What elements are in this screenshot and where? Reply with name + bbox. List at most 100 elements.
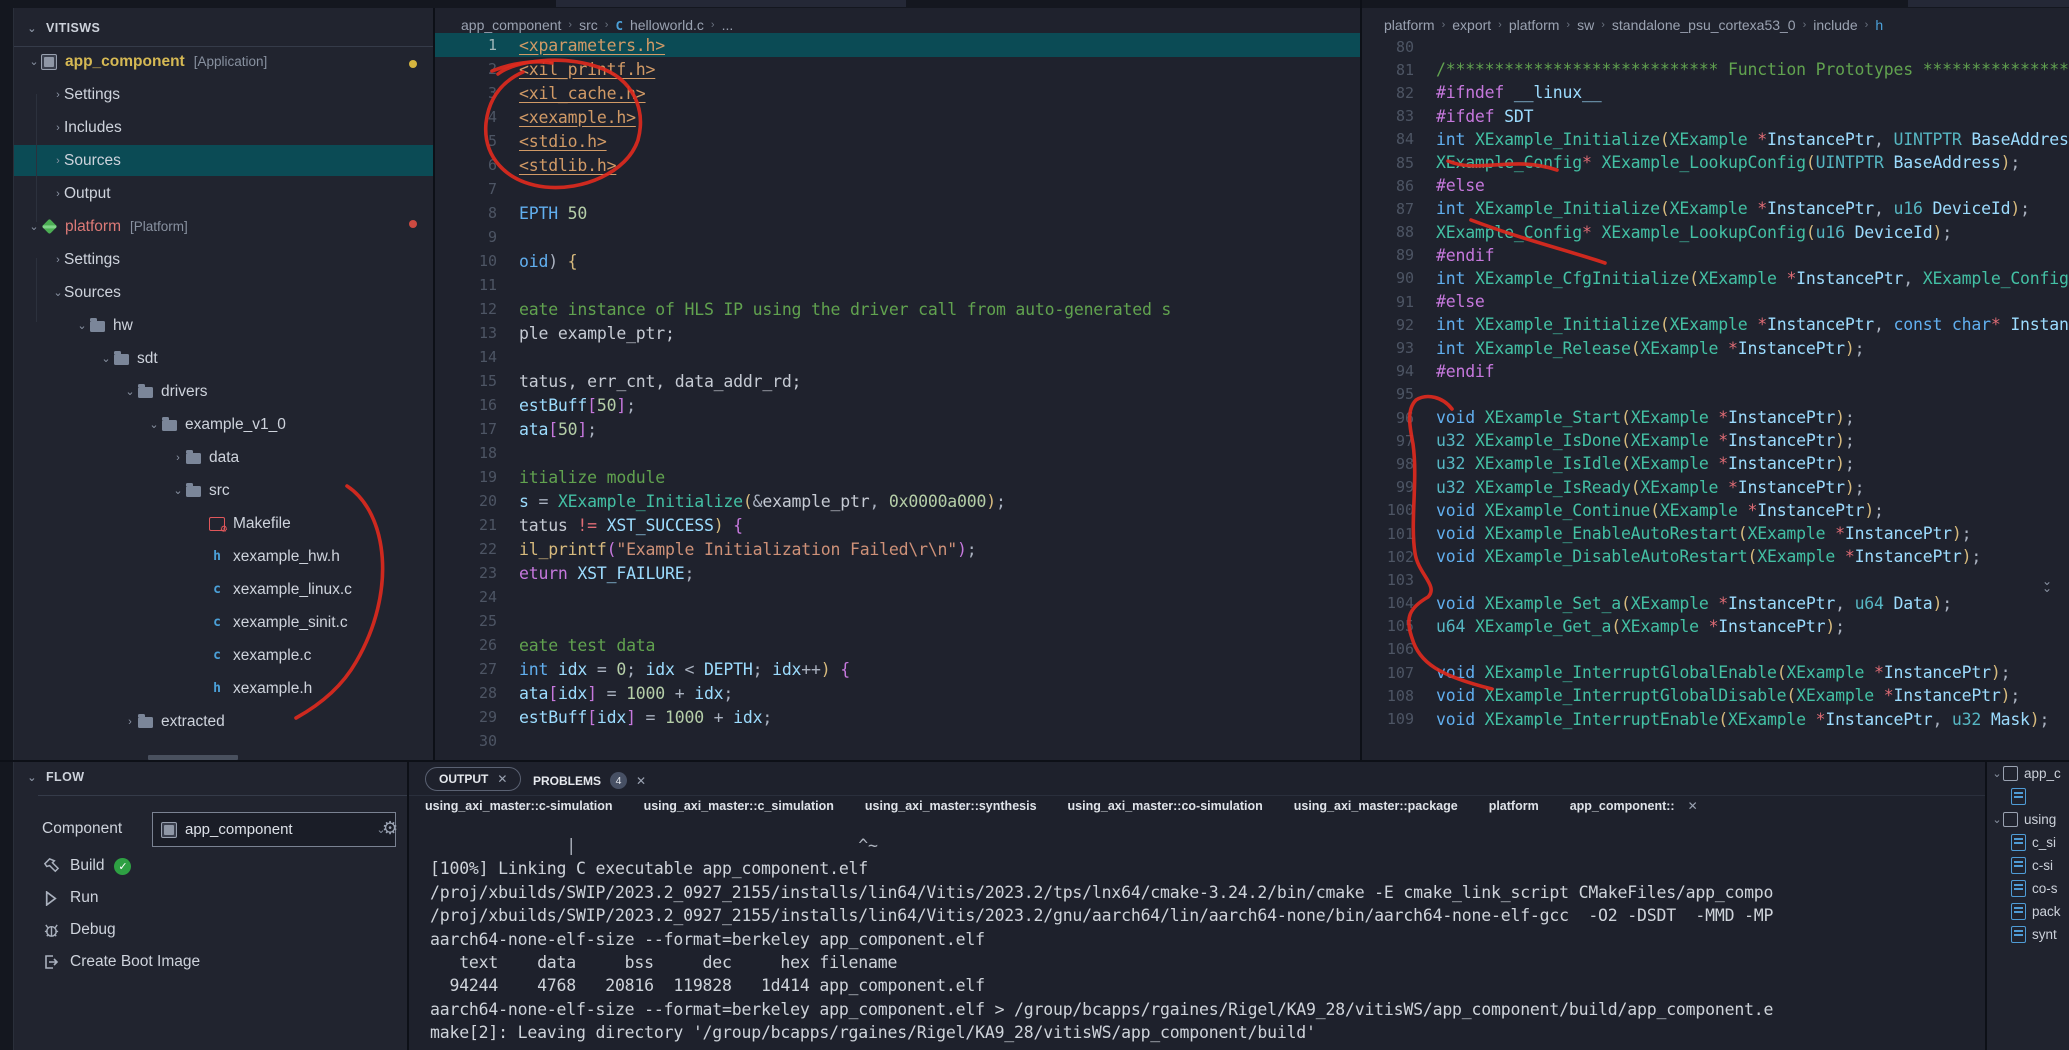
tree-item-sources[interactable]: ›Sources — [14, 145, 433, 176]
close-icon[interactable]: ✕ — [1688, 799, 1698, 813]
code-line-90[interactable]: 90int XExample_CfgInitialize(XExample *I… — [1362, 267, 2069, 290]
task-tab-using-axi-master-synthesis[interactable]: using_axi_master::synthesis — [865, 799, 1037, 813]
code-line-1[interactable]: 1<xparameters.h> — [435, 33, 1360, 57]
gear-icon[interactable]: ⚙ — [382, 818, 398, 839]
breadcrumb-segment[interactable]: platform — [1384, 17, 1435, 33]
breadcrumb-segment[interactable]: export — [1452, 17, 1491, 33]
chevron-right-icon[interactable]: › — [52, 254, 64, 266]
tree-item-extracted[interactable]: ›extracted — [14, 706, 433, 737]
code-line-106[interactable]: 106 — [1362, 638, 2069, 661]
code-line-108[interactable]: 108void XExample_InterruptGlobalDisable(… — [1362, 684, 2069, 707]
task-tab-platform[interactable]: platform — [1489, 799, 1539, 813]
code-line-19[interactable]: 19itialize module — [435, 465, 1360, 489]
tree-item-xexample-sinit-c[interactable]: cxexample_sinit.c — [14, 607, 433, 638]
code-line-94[interactable]: 94#endif — [1362, 360, 2069, 383]
tree-item-includes[interactable]: ›Includes — [14, 112, 433, 143]
code-line-5[interactable]: 5<stdio.h> — [435, 129, 1360, 153]
chevron-down-icon[interactable]: ⌄ — [52, 286, 64, 299]
tree-item-app-component[interactable]: ⌄app_component[Application] — [14, 50, 433, 77]
code-line-87[interactable]: 87int XExample_Initialize(XExample *Inst… — [1362, 197, 2069, 220]
code-line-9[interactable]: 9 — [435, 225, 1360, 249]
code-line-22[interactable]: 22il_printf("Example Initialization Fail… — [435, 537, 1360, 561]
chevron-down-icon[interactable]: ⌄ — [1991, 767, 2003, 780]
code-line-83[interactable]: 83#ifdef SDT — [1362, 105, 2069, 128]
task-tab-using-axi-master-c-simulation[interactable]: using_axi_master::c_simulation — [644, 799, 834, 813]
chevron-down-icon[interactable]: ⌄ — [1991, 813, 2003, 826]
code-line-7[interactable]: 7 — [435, 177, 1360, 201]
code-line-16[interactable]: 16estBuff[50]; — [435, 393, 1360, 417]
build-tree-item[interactable]: c-si — [1987, 854, 2069, 877]
code-line-102[interactable]: 102void XExample_DisableAutoRestart(XExa… — [1362, 545, 2069, 568]
breadcrumb-segment[interactable]: platform — [1509, 17, 1560, 33]
code-line-92[interactable]: 92int XExample_Initialize(XExample *Inst… — [1362, 313, 2069, 336]
breadcrumb-segment[interactable]: helloworld.c — [630, 17, 704, 33]
create-boot-image-button[interactable]: Create Boot Image — [40, 953, 200, 971]
chevron-down-icon[interactable]: ⌄ — [148, 418, 160, 431]
tree-item-output[interactable]: ›Output — [14, 178, 433, 209]
code-line-109[interactable]: 109void XExample_InterruptEnable(XExampl… — [1362, 707, 2069, 730]
code-line-4[interactable]: 4<xexample.h> — [435, 105, 1360, 129]
tree-item-drivers[interactable]: ⌄drivers — [14, 376, 433, 407]
code-line-25[interactable]: 25 — [435, 609, 1360, 633]
tab-output[interactable]: OUTPUT✕ — [425, 767, 521, 791]
task-tab-using-axi-master-package[interactable]: using_axi_master::package — [1294, 799, 1458, 813]
code-line-11[interactable]: 11 — [435, 273, 1360, 297]
code-line-105[interactable]: 105u64 XExample_Get_a(XExample *Instance… — [1362, 615, 2069, 638]
tree-item-src[interactable]: ⌄src — [14, 475, 433, 506]
breadcrumb-segment[interactable]: standalone_psu_cortexa53_0 — [1612, 17, 1796, 33]
chevron-right-icon[interactable]: › — [124, 716, 136, 728]
double-chevron-down-icon[interactable]: ⌄⌄ — [2042, 578, 2052, 592]
code-line-14[interactable]: 14 — [435, 345, 1360, 369]
build-tree-item[interactable]: pack — [1987, 900, 2069, 923]
breadcrumb-segment[interactable]: src — [579, 17, 598, 33]
code-line-15[interactable]: 15tatus, err_cnt, data_addr_rd; — [435, 369, 1360, 393]
tree-item-makefile[interactable]: Makefile — [14, 508, 433, 539]
console-output[interactable]: | ^~[100%] Linking C executable app_comp… — [430, 836, 1980, 1050]
chevron-right-icon[interactable]: › — [172, 452, 184, 464]
code-line-85[interactable]: 85XExample_Config* XExample_LookupConfig… — [1362, 151, 2069, 174]
code-line-30[interactable]: 30 — [435, 729, 1360, 753]
code-line-104[interactable]: 104void XExample_Set_a(XExample *Instanc… — [1362, 592, 2069, 615]
code-line-98[interactable]: 98u32 XExample_IsIdle(XExample *Instance… — [1362, 452, 2069, 475]
build-tree-item[interactable]: c_si — [1987, 831, 2069, 854]
build-tree-item[interactable]: ⌄using — [1987, 808, 2069, 831]
code-line-97[interactable]: 97u32 XExample_IsDone(XExample *Instance… — [1362, 429, 2069, 452]
code-line-21[interactable]: 21tatus != XST_SUCCESS) { — [435, 513, 1360, 537]
breadcrumb-segment[interactable]: h — [1875, 17, 1883, 33]
code-line-96[interactable]: 96void XExample_Start(XExample *Instance… — [1362, 406, 2069, 429]
code-line-17[interactable]: 17ata[50]; — [435, 417, 1360, 441]
code-line-2[interactable]: 2<xil_printf.h> — [435, 57, 1360, 81]
code-line-10[interactable]: 10oid) { — [435, 249, 1360, 273]
code-line-82[interactable]: 82#ifndef __linux__ — [1362, 81, 2069, 104]
task-tab-app-component-[interactable]: app_component:: — [1570, 799, 1675, 813]
chevron-down-icon[interactable]: ⌄ — [100, 352, 112, 365]
build-button[interactable]: Build✓ — [40, 857, 131, 875]
chevron-down-icon[interactable]: ⌄ — [28, 220, 40, 233]
code-line-81[interactable]: 81/**************************** Function… — [1362, 58, 2069, 81]
code-line-101[interactable]: 101void XExample_EnableAutoRestart(XExam… — [1362, 522, 2069, 545]
chevron-down-icon[interactable]: ⌄ — [28, 55, 40, 68]
code-line-84[interactable]: 84int XExample_Initialize(XExample *Inst… — [1362, 128, 2069, 151]
build-tree-item[interactable]: co-s — [1987, 877, 2069, 900]
chevron-right-icon[interactable]: › — [52, 122, 64, 134]
tree-item-xexample-c[interactable]: cxexample.c — [14, 640, 433, 671]
code-line-8[interactable]: 8EPTH 50 — [435, 201, 1360, 225]
tree-item-hw[interactable]: ⌄hw — [14, 310, 433, 341]
code-line-93[interactable]: 93int XExample_Release(XExample *Instanc… — [1362, 336, 2069, 359]
debug-button[interactable]: Debug — [40, 921, 116, 939]
tree-item-xexample-hw-h[interactable]: hxexample_hw.h — [14, 541, 433, 572]
tree-item-settings[interactable]: ›Settings — [14, 244, 433, 275]
flow-header[interactable]: ⌄ FLOW — [26, 770, 84, 784]
chevron-down-icon[interactable]: ⌄ — [124, 385, 136, 398]
code-line-89[interactable]: 89#endif — [1362, 244, 2069, 267]
tree-item-platform[interactable]: ⌄platform[Platform] — [14, 211, 433, 242]
breadcrumb-segment[interactable]: app_component — [461, 17, 561, 33]
code-line-107[interactable]: 107void XExample_InterruptGlobalEnable(X… — [1362, 661, 2069, 684]
chevron-right-icon[interactable]: › — [52, 188, 64, 200]
editor-xexample-h[interactable]: platform›export›platform›sw›standalone_p… — [1362, 8, 2069, 760]
tree-item-xexample-linux-c[interactable]: cxexample_linux.c — [14, 574, 433, 605]
run-button[interactable]: Run — [40, 889, 98, 907]
code-line-20[interactable]: 20s = XExample_Initialize(&example_ptr, … — [435, 489, 1360, 513]
chevron-down-icon[interactable]: ⌄ — [76, 319, 88, 332]
explorer-header[interactable]: ⌄ VITISWS — [26, 21, 100, 35]
